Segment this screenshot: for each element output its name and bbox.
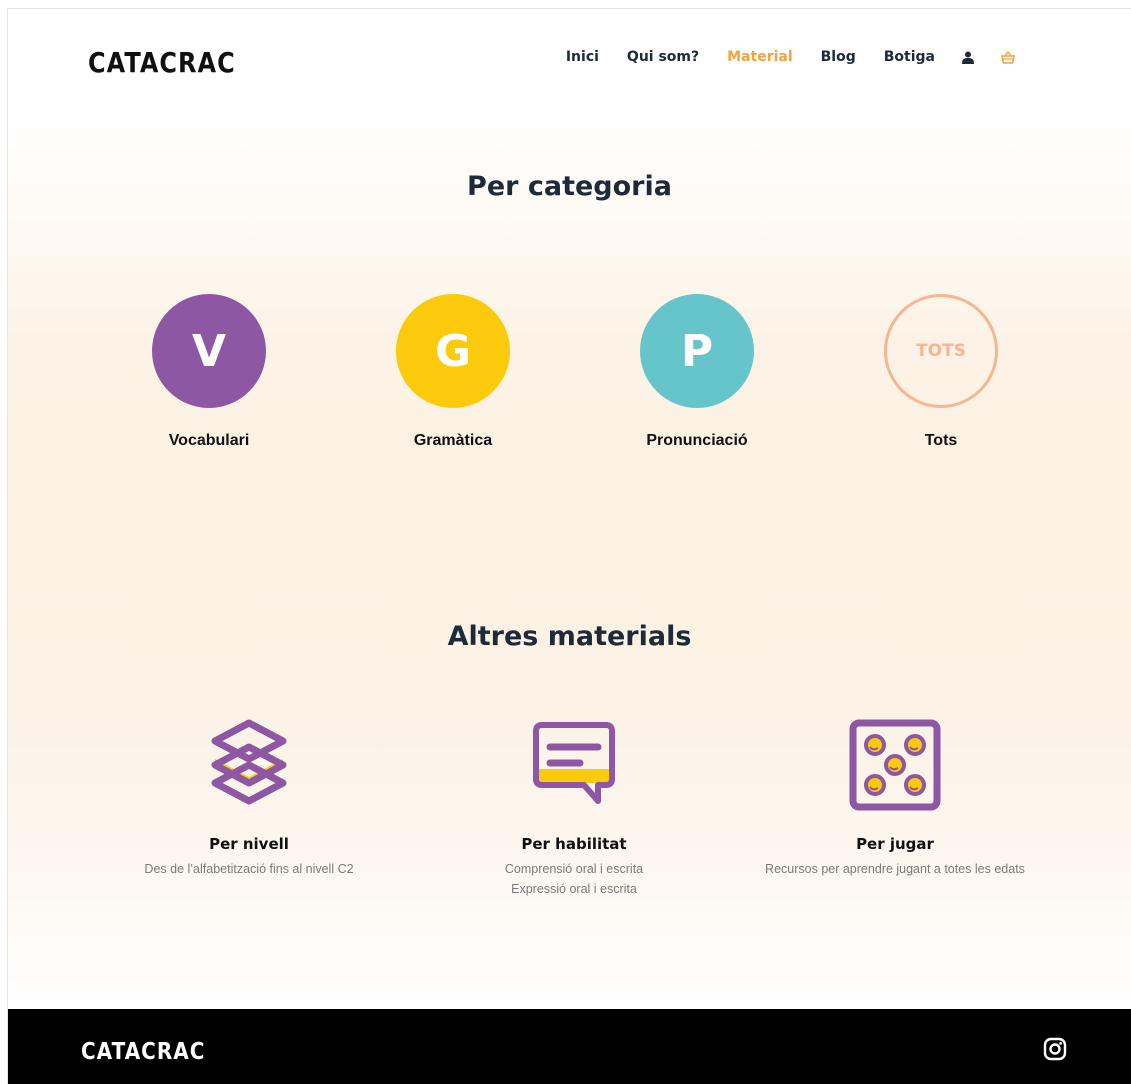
category-gramatica[interactable]: G Gramàtica [353,294,553,450]
material-title[interactable]: Per nivell [89,835,409,853]
footer-logo[interactable]: CATACRAC [81,1037,205,1065]
material-title[interactable]: Per habilitat [414,835,734,853]
category-label[interactable]: Gramàtica [353,432,553,450]
nav-item-botiga[interactable]: Botiga [884,49,935,65]
material-per-jugar[interactable]: Per jugar Recursos per aprendre jugant a… [735,715,1055,879]
nav-item-material[interactable]: Material [727,49,793,65]
material-desc: Comprensió oral i escrita [504,862,644,876]
dice-icon[interactable] [845,715,945,815]
instagram-icon[interactable] [1043,1037,1067,1061]
main-nav: Inici Qui som? Material Blog Botiga [538,49,1015,65]
material-per-habilitat[interactable]: Per habilitat Comprensió oral i escrita … [414,715,734,899]
category-label[interactable]: Pronunciació [597,432,797,450]
categories-title: Per categoria [467,171,672,202]
category-circle-p[interactable]: P [640,294,754,408]
category-circle-v[interactable]: V [152,294,266,408]
nav-item-qui-som[interactable]: Qui som? [627,49,699,65]
cart-icon[interactable] [1001,50,1015,64]
material-desc: Expressió oral i escrita [511,882,637,896]
category-label[interactable]: Tots [841,432,1041,450]
category-vocabulari[interactable]: V Vocabulari [109,294,309,450]
category-circle-g[interactable]: G [396,294,510,408]
category-label[interactable]: Vocabulari [109,432,309,450]
category-tots[interactable]: TOTS Tots [841,294,1041,450]
category-circle-tots[interactable]: TOTS [884,294,998,408]
layers-icon[interactable] [199,715,299,815]
material-title[interactable]: Per jugar [735,835,1055,853]
site-logo[interactable]: CATACRAC [88,47,236,79]
material-per-nivell[interactable]: Per nivell Des de l’alfabetització fins … [89,715,409,879]
page: CATACRAC Inici Qui som? Material Blog Bo… [7,8,1131,1084]
nav-item-blog[interactable]: Blog [821,49,856,65]
user-icon[interactable] [961,50,975,64]
materials-title: Altres materials [447,621,692,652]
chat-icon[interactable] [524,715,624,815]
material-desc: Des de l’alfabetització fins al nivell C… [144,862,354,876]
site-header: CATACRAC Inici Qui som? Material Blog Bo… [8,9,1131,109]
category-pronunciacio[interactable]: P Pronunciació [597,294,797,450]
nav-item-inici[interactable]: Inici [566,49,599,65]
material-desc: Recursos per aprendre jugant a totes les… [765,862,1025,876]
site-footer: CATACRAC [8,1009,1131,1084]
